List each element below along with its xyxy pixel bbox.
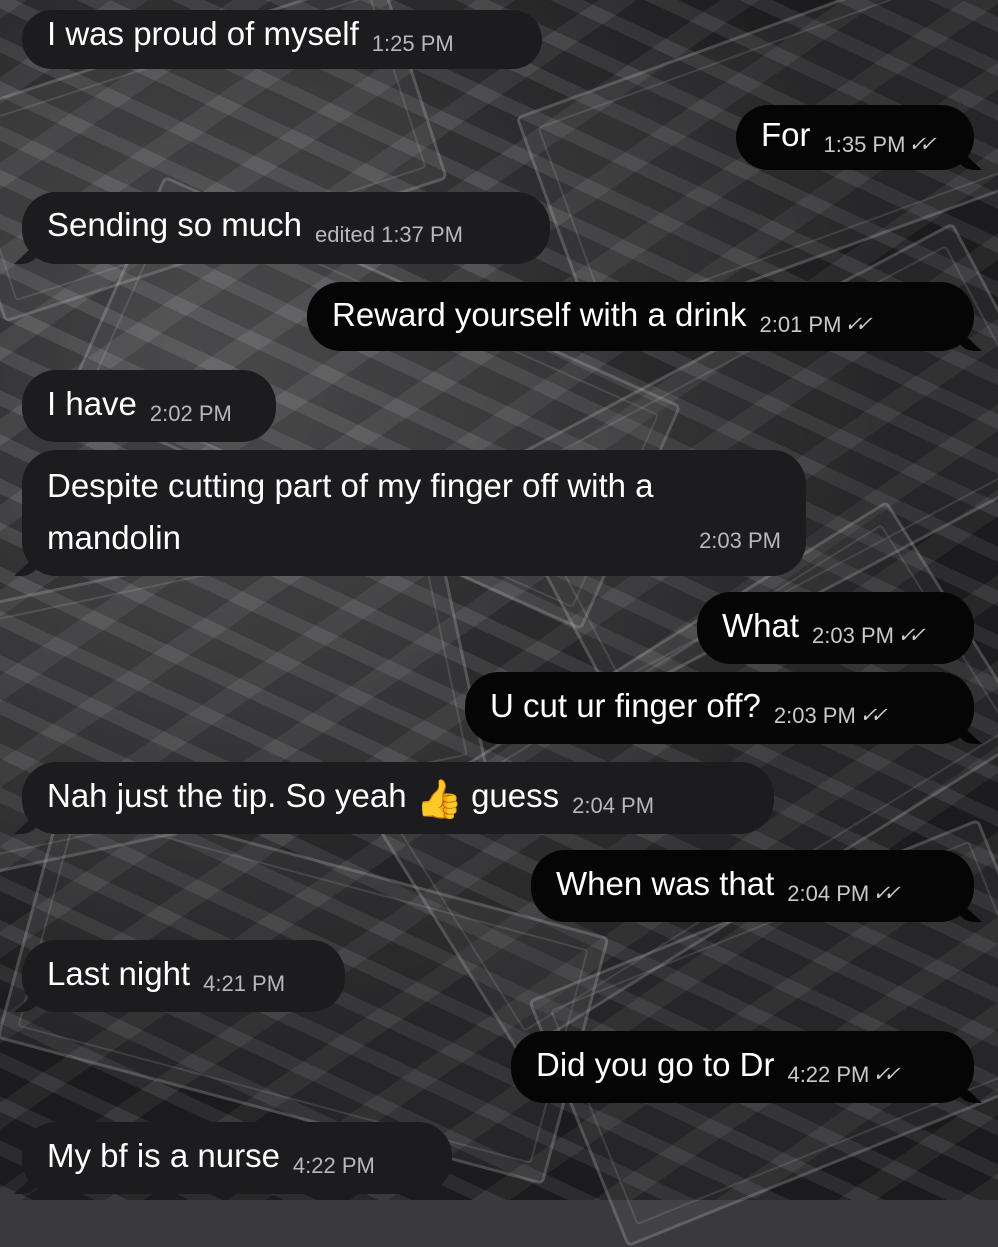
message-bubble-outgoing[interactable]: Reward yourself with a drink 2:01 PM✓✓ — [307, 282, 974, 351]
message-time: 2:03 PM — [699, 528, 781, 553]
message-bubble-incoming[interactable]: I was proud of myself 1:25 PM — [22, 10, 542, 69]
message-text: When was that — [556, 865, 775, 902]
message-time: 2:02 PM — [149, 401, 232, 426]
message-text: What — [722, 607, 800, 644]
double-check-icon: ✓✓ — [871, 882, 899, 905]
message-time: 2:04 PM — [572, 793, 655, 818]
message-time: 2:03 PM✓✓ — [774, 703, 885, 728]
message-bubble-incoming[interactable]: My bf is a nurse 4:22 PM — [22, 1122, 452, 1194]
message-bubble-outgoing[interactable]: U cut ur finger off? 2:03 PM✓✓ — [465, 672, 974, 744]
message-bubble-incoming[interactable]: Nah just the tip. So yeah 👍 guess 2:04 PM — [22, 762, 774, 834]
message-time: 2:03 PM✓✓ — [812, 623, 923, 648]
message-text: Did you go to Dr — [536, 1046, 775, 1083]
edited-label: edited — [315, 222, 375, 247]
message-text: Reward yourself with a drink — [332, 296, 747, 333]
message-bubble-incoming[interactable]: Sending so much edited 1:37 PM — [22, 192, 550, 264]
message-text: Last night — [47, 955, 191, 992]
message-time: 4:22 PM✓✓ — [787, 1062, 898, 1087]
message-bubble-outgoing[interactable]: When was that 2:04 PM✓✓ — [531, 850, 974, 922]
double-check-icon: ✓✓ — [896, 624, 924, 647]
message-edited-time: edited 1:37 PM — [315, 222, 464, 247]
message-text: Nah just the tip. So yeah — [47, 777, 407, 814]
message-text: For — [761, 116, 811, 153]
message-time: 4:21 PM — [203, 971, 286, 996]
message-time: 2:01 PM✓✓ — [760, 312, 871, 337]
message-text: Sending so much — [47, 206, 302, 243]
message-text: I have — [47, 385, 137, 422]
message-time: 4:22 PM — [292, 1153, 375, 1178]
message-bubble-outgoing[interactable]: For 1:35 PM✓✓ — [736, 105, 974, 170]
double-check-icon: ✓✓ — [843, 313, 871, 336]
message-bubble-outgoing[interactable]: Did you go to Dr 4:22 PM✓✓ — [511, 1031, 974, 1103]
double-check-icon: ✓✓ — [857, 704, 886, 727]
message-bubble-incoming[interactable]: I have 2:02 PM — [22, 370, 276, 442]
message-time: 1:35 PM✓✓ — [824, 132, 935, 157]
message-time: 1:25 PM — [371, 31, 454, 56]
message-text: My bf is a nurse — [47, 1137, 280, 1174]
double-check-icon: ✓✓ — [907, 133, 935, 156]
message-text: U cut ur finger off? — [490, 687, 761, 724]
double-check-icon: ✓✓ — [871, 1063, 899, 1086]
message-list[interactable]: I was proud of myself 1:25 PM For 1:35 PM✓… — [0, 0, 998, 1200]
message-text: I was proud of myself — [47, 15, 359, 52]
message-bubble-outgoing[interactable]: What 2:03 PM✓✓ — [697, 592, 974, 664]
message-text-continued: guess — [471, 777, 560, 814]
message-time: 2:04 PM✓✓ — [787, 881, 898, 906]
message-bubble-incoming[interactable]: Last night 4:21 PM — [22, 940, 345, 1012]
thumbs-up-emoji-icon: 👍 — [415, 779, 464, 821]
message-bubble-incoming[interactable]: Despite cutting part of my finger off wi… — [22, 450, 806, 576]
message-text: Despite cutting part of my finger off wi… — [47, 467, 654, 556]
